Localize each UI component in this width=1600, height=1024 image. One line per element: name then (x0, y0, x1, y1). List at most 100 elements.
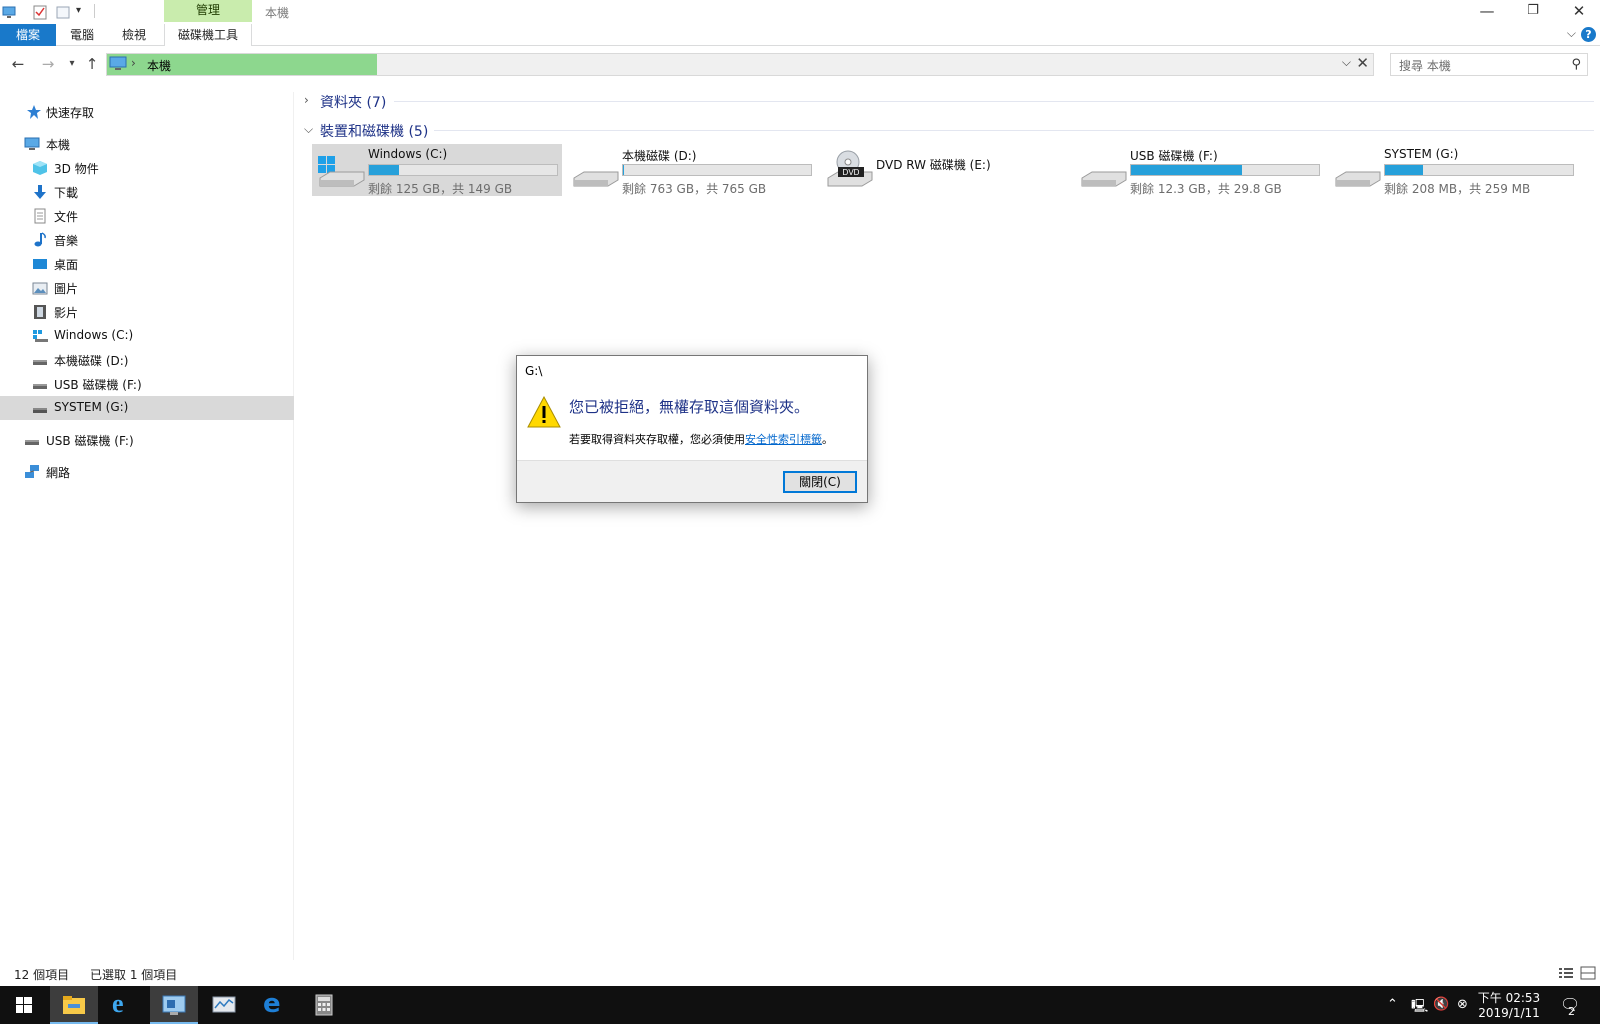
drive-name: SYSTEM (G:) (1384, 147, 1459, 161)
nav-item-system-g[interactable]: SYSTEM (G:) (0, 396, 294, 420)
breadcrumb-this-pc[interactable]: 本機 (147, 57, 171, 74)
new-folder-icon[interactable] (56, 4, 70, 20)
large-icons-view-icon[interactable] (1580, 966, 1596, 980)
internet-explorer-icon: e (112, 989, 124, 1018)
nav-label: 桌面 (54, 258, 79, 272)
computer-icon[interactable] (2, 4, 16, 20)
star-icon (27, 105, 41, 119)
dialog-close-button[interactable]: 關閉(C) (783, 471, 857, 493)
tab-computer[interactable]: 電腦 (58, 24, 106, 46)
svg-text:DVD: DVD (843, 168, 860, 177)
nav-network[interactable]: 網路 (0, 460, 294, 484)
nav-label: 3D 物件 (54, 162, 99, 176)
chevron-right-icon[interactable]: › (304, 93, 309, 107)
navigation-pane: 快速存取 本機 3D 物件 下載 文件 音樂 桌面 圖片 影片 Windows … (0, 92, 294, 960)
nav-usb-root[interactable]: USB 磁碟機 (F:) (0, 428, 294, 452)
nav-item-videos[interactable]: 影片 (0, 300, 294, 324)
group-title: 裝置和磁碟機 (5) (320, 124, 429, 140)
taskbar: e e ⌃ 🖳 🔇 ⊗ 下午 02:53 2019/1/11 🗨 2 (0, 986, 1600, 1024)
manage-context-header: 管理 (164, 0, 252, 22)
taskbar-internet-explorer[interactable]: e (100, 986, 148, 1024)
tab-view[interactable]: 檢視 (110, 24, 158, 46)
nav-item-desktop[interactable]: 桌面 (0, 252, 294, 276)
status-selected-count: 已選取 1 個項目 (90, 968, 178, 982)
group-header-folders[interactable]: › 資料夾 (7) (304, 91, 604, 113)
group-header-devices[interactable]: ⌵ 裝置和磁碟機 (5) (304, 120, 604, 142)
drive-free-space: 剩餘 12.3 GB，共 29.8 GB (1130, 182, 1282, 196)
drive-name: 本機磁碟 (D:) (622, 149, 697, 163)
start-button[interactable] (0, 986, 48, 1024)
taskbar-task-manager[interactable] (200, 986, 248, 1024)
nav-this-pc[interactable]: 本機 (0, 132, 294, 156)
nav-item-local-disk-d[interactable]: 本機磁碟 (D:) (0, 348, 294, 372)
ribbon-expand-icon[interactable]: ⌵ (1567, 26, 1576, 41)
dialog-title: G:\ (525, 364, 543, 378)
nav-label: Windows (C:) (54, 328, 134, 342)
nav-item-3d-objects[interactable]: 3D 物件 (0, 156, 294, 180)
hard-drive-icon (1335, 171, 1381, 187)
drive-tile-local-disk-d[interactable]: 本機磁碟 (D:) 剩餘 763 GB，共 765 GB (566, 144, 816, 196)
taskbar-calculator[interactable] (300, 986, 348, 1024)
taskbar-server-manager[interactable] (150, 986, 198, 1024)
restore-button[interactable]: ❐ (1510, 0, 1556, 22)
nav-label: SYSTEM (G:) (54, 400, 129, 414)
forward-arrow-icon[interactable]: → (38, 55, 58, 73)
drive-tile-usb-f[interactable]: USB 磁碟機 (F:) 剩餘 12.3 GB，共 29.8 GB (1074, 144, 1324, 196)
tab-drive-tools[interactable]: 磁碟機工具 (164, 24, 252, 46)
nav-item-windows-c[interactable]: Windows (C:) (0, 324, 294, 348)
computer-icon (24, 137, 40, 150)
details-view-icon[interactable] (1558, 966, 1574, 980)
chevron-down-icon[interactable]: ⌵ (304, 122, 313, 137)
drive-usage-bar (622, 164, 812, 176)
customize-toolbar-icon[interactable]: ▾ (76, 5, 81, 16)
up-arrow-icon[interactable]: ↑ (82, 55, 102, 73)
taskbar-file-explorer[interactable] (50, 986, 98, 1024)
address-bar[interactable]: › 本機 ⌵ ✕ (106, 53, 1374, 76)
drive-name: Windows (C:) (368, 147, 448, 161)
error-status-icon[interactable]: ⊗ (1457, 997, 1468, 1012)
help-icon[interactable]: ? (1581, 27, 1596, 42)
nav-quick-access[interactable]: 快速存取 (0, 100, 294, 124)
folder-icon (63, 996, 85, 1014)
drive-name: USB 磁碟機 (F:) (1130, 149, 1218, 163)
back-arrow-icon[interactable]: ← (8, 55, 28, 73)
properties-icon[interactable] (33, 4, 47, 20)
status-bar: 12 個項目 已選取 1 個項目 (0, 962, 1600, 986)
search-icon[interactable]: ⚲ (1571, 57, 1581, 72)
clock-time[interactable]: 下午 02:53 (1474, 989, 1544, 1006)
nav-item-documents[interactable]: 文件 (0, 204, 294, 228)
window-title: 本機 (265, 6, 290, 20)
group-divider (394, 101, 1594, 102)
minimize-button[interactable]: — (1464, 0, 1510, 22)
security-tab-link[interactable]: 安全性索引標籤 (745, 433, 822, 446)
show-hidden-icons-chevron-up-icon[interactable]: ⌃ (1387, 997, 1398, 1012)
address-dropdown-icon[interactable]: ⌵ (1342, 55, 1351, 70)
volume-muted-icon[interactable]: 🔇 (1433, 997, 1449, 1012)
nav-label: 本機 (46, 138, 71, 152)
breadcrumb-chevron-icon[interactable]: › (131, 56, 136, 70)
windows-drive-icon (318, 156, 365, 187)
nav-item-music[interactable]: 音樂 (0, 228, 294, 252)
windows-drive-icon (33, 330, 48, 342)
nav-item-downloads[interactable]: 下載 (0, 180, 294, 204)
network-tray-icon[interactable]: 🖳 (1411, 997, 1428, 1019)
content-pane: › 資料夾 (7) ⌵ 裝置和磁碟機 (5) (296, 88, 1600, 960)
drive-free-space: 剩餘 125 GB，共 149 GB (368, 182, 513, 196)
close-window-button[interactable]: ✕ (1556, 0, 1600, 22)
drive-tile-dvd-e[interactable]: DVD DVD RW 磁碟機 (E:) (820, 144, 1070, 196)
recent-locations-icon[interactable]: ▾ (62, 58, 82, 69)
tab-file[interactable]: 檔案 (0, 24, 56, 46)
network-icon (25, 465, 39, 478)
nav-label: 文件 (54, 210, 79, 224)
drive-tile-system-g[interactable]: SYSTEM (G:) 剩餘 208 MB，共 259 MB (1328, 144, 1578, 196)
calculator-icon (315, 994, 333, 1016)
address-stop-icon[interactable]: ✕ (1356, 54, 1369, 72)
taskbar-edge[interactable]: e (250, 986, 298, 1024)
search-input[interactable]: 搜尋 本機 ⚲ (1390, 53, 1588, 76)
clock-date[interactable]: 2019/1/11 (1474, 1006, 1544, 1020)
drive-tile-windows-c[interactable]: Windows (C:) 剩餘 125 GB，共 149 GB (312, 144, 562, 196)
drive-usage-bar (1130, 164, 1320, 176)
cube-3d-icon (33, 161, 47, 175)
nav-item-pictures[interactable]: 圖片 (0, 276, 294, 300)
nav-item-usb-f[interactable]: USB 磁碟機 (F:) (0, 372, 294, 396)
